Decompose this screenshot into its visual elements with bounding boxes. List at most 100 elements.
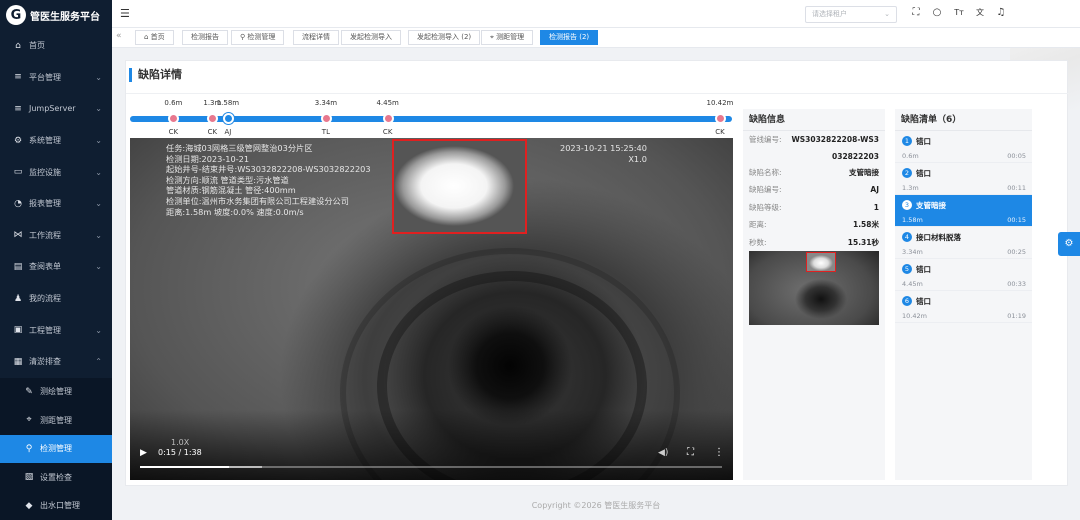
defect-info-key: 距离: [749,220,767,230]
sidebar-item-label: 工作流程 [29,230,61,240]
play-icon[interactable]: ▶ [140,448,147,458]
sidebar-item[interactable]: ▦ 清淤排查 ⌃ [0,346,112,378]
volume-icon[interactable]: ◀) [658,448,668,458]
sidebar-subitem[interactable]: ▧ 设置检查 [0,463,112,492]
timeline-track[interactable] [130,116,732,122]
defect-list-item[interactable]: 1 错口 0.6m 00:05 [895,131,1032,163]
sidebar-item-label: 首页 [29,41,45,51]
defect-distance: 10.42m [902,312,927,320]
sidebar-item[interactable]: ▣ 工程管理 ⌄ [0,314,112,346]
sidebar-subitem[interactable]: ◆ 出水口管理 [0,491,112,520]
timeline-marker[interactable] [207,113,219,124]
timeline-marker[interactable] [222,113,234,124]
sidebar-item[interactable]: ≡ JumpServer ⌄ [0,93,112,125]
pen-icon: ✎ [25,386,33,397]
workflow-icon: ⋈ [13,230,23,241]
timeline-defect-code: CK [207,128,218,136]
tab[interactable]: 检测报告 (2) [540,30,599,45]
sidebar-item[interactable]: ≡ 平台管理 ⌄ [0,62,112,94]
monitor-icon: ▭ [13,167,23,178]
defect-time: 00:05 [1007,152,1026,160]
tab-label: 流程详情 [302,33,330,41]
timeline-distance-label: 10.42m [706,99,734,107]
menu-toggle-icon[interactable]: ☰ [120,7,130,20]
defect-list-item[interactable]: 3 支管暗接 1.58m 00:15 [895,195,1032,227]
tab[interactable]: ⌂ 首页 [135,30,174,45]
sidebar-item-label: 系统管理 [29,136,61,146]
font-size-icon[interactable]: Tт [952,6,966,20]
sidebar-subitem-label: 检测管理 [40,444,72,454]
timeline-marker[interactable] [320,113,332,124]
defect-list-panel: 缺陷清单（6） 1 错口 0.6m 00:05 2 错口 1.3m 00:11 3 支管暗接 1.5… [895,109,1032,480]
sidebar-subitem[interactable]: ⌖ 测距管理 [0,406,112,435]
sidebar-item[interactable]: ◔ 报表管理 ⌄ [0,188,112,220]
sidebar-subitem[interactable]: ✎ 测绘管理 [0,377,112,407]
video-progress-bar[interactable] [140,466,722,468]
timeline-marker[interactable] [168,113,180,124]
tab[interactable]: 发起检测导入 (2) [408,30,481,45]
bell-icon: ♟ [13,293,23,304]
defect-distance: 4.45m [902,280,923,288]
timeline-marker[interactable] [382,113,394,124]
sidebar-item[interactable]: ⚙ 系统管理 ⌄ [0,125,112,157]
tab[interactable]: 发起检测导入 [341,30,401,45]
defect-list-item[interactable]: 4 接口材料脱落 3.34m 00:25 [895,227,1032,259]
brand[interactable]: G 管医生服务平台 [0,0,112,30]
tab-label: 测距管理 [496,33,525,41]
sidebar-item[interactable]: ♟ 我的流程 [0,283,112,315]
defect-info-row: 秒数: 15.31秒 [743,234,885,252]
pin-icon: ⚲ [25,443,33,454]
sidebar-subitem[interactable]: ⚲ 检测管理 [0,434,112,464]
settings-gear-icon[interactable]: ⚙ [1058,232,1080,256]
fullscreen-icon[interactable]: ⛶ [909,6,923,20]
chevron-down-icon: ⌄ [95,167,102,177]
sidebar: G 管医生服务平台 ⌂ 首页 ≡ 平台管理 ⌄ ≡ JumpServer ⌄ ⚙ 系统管理 ⌄ ▭ 监控… [0,0,112,520]
tabs-scroll-left-icon[interactable]: « [116,31,122,41]
search-icon[interactable]: ○ [930,6,944,20]
sidebar-menu: ⌂ 首页 ≡ 平台管理 ⌄ ≡ JumpServer ⌄ ⚙ 系统管理 ⌄ ▭ 监控设施 ⌄ ◔ 报表管理 ⌄ ⋈… [0,30,112,378]
chevron-down-icon: ⌄ [95,325,102,335]
video-overlay-line: 管道材质:钢筋混凝土 管径:400mm [166,185,296,196]
brand-title: 管医生服务平台 [30,11,100,23]
sidebar-item[interactable]: ⋈ 工作流程 ⌄ [0,220,112,252]
defect-info-key: 缺陷等级: [749,202,782,212]
defect-distance: 1.3m [902,184,919,192]
brand-logo: G [6,5,26,25]
video-timestamp: 2023-10-21 15:25:40 X1.0 [560,143,647,164]
video-overlay-line: 起始井号-结束井号:WS3032822208-WS3032822203 [166,164,371,175]
tab[interactable]: 流程详情 [293,30,339,45]
sidebar-subitem-label: 测绘管理 [40,387,72,397]
defect-info-key: 缺陷名称: [749,167,782,177]
fullscreen-icon[interactable]: ⛶ [687,447,694,458]
video-zoom-top: X1.0 [628,153,647,164]
footer-copyright: Copyright ©2026 管医生服务平台 [531,501,661,510]
sidebar-subitem-label: 设置检查 [40,472,72,482]
defect-number-badge: 6 [902,296,912,306]
timeline-distance-label: 3.34m [314,99,338,107]
defect-list-item[interactable]: 2 错口 1.3m 00:11 [895,163,1032,195]
timeline-defect-code: AJ [224,128,232,136]
video-overlay-line: 检测单位:温州市水务集团有限公司工程建设分公司 [166,195,349,206]
sidebar-item[interactable]: ⌂ 首页 [0,30,112,62]
tab[interactable]: 检测报告 [182,30,228,45]
sidebar-item[interactable]: ▤ 查阅表单 ⌄ [0,251,112,283]
notification-icon[interactable]: ♫ [994,6,1008,20]
tab-label: 检测报告 (2) [549,33,590,41]
sidebar-item[interactable]: ▭ 监控设施 ⌄ [0,156,112,188]
sidebar-item-label: 监控设施 [29,167,61,177]
tab[interactable]: ⚲ 检测管理 [231,30,285,45]
top-bar: ☰ 请选择租户 ⌄ ⛶ ○ Tт 文 ♫ [112,0,1080,28]
defect-list-item[interactable]: 6 错口 10.42m 01:19 [895,291,1032,323]
defect-info-title: 缺陷信息 [743,109,885,131]
defect-list-item[interactable]: 5 错口 4.45m 00:33 [895,259,1032,291]
defect-info-value: 15.31秒 [847,237,879,247]
more-options-icon[interactable]: ⋮ [714,447,724,458]
timeline-marker[interactable] [714,113,726,124]
defect-snapshot[interactable] [749,251,879,325]
video-player[interactable]: 任务:海城03网格三级管网整治03分片区 检测日期:2023-10-21 起始井号-… [130,138,733,480]
tenant-select[interactable]: 请选择租户 ⌄ [805,6,897,23]
tab[interactable]: ⌖ 测距管理 [481,30,534,45]
defect-info-row: 缺陷名称: 支管暗接 [743,164,885,182]
translate-icon[interactable]: 文 [973,6,987,20]
defect-time: 00:25 [1007,248,1026,256]
